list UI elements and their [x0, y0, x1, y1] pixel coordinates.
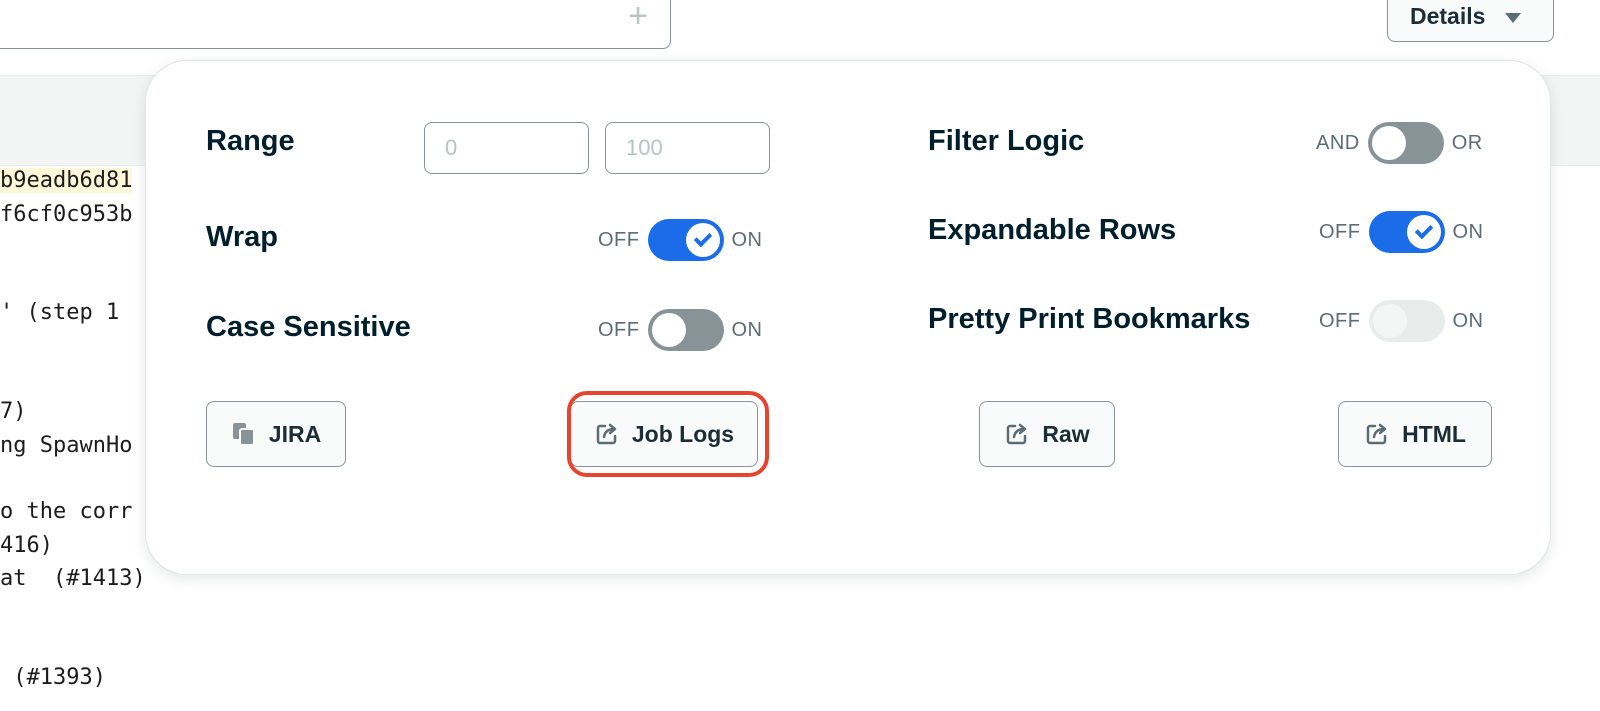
expandable-rows-label: Expandable Rows [928, 214, 1177, 246]
pretty-print-bookmarks-label: Pretty Print Bookmarks [928, 303, 1251, 335]
filter-logic-label: Filter Logic [928, 125, 1085, 157]
expandable-rows-toggle-group: OFF ON [1319, 211, 1484, 253]
toggle-on-text: ON [1452, 309, 1484, 332]
log-line: at (#1413) [0, 566, 146, 591]
details-popover: Range Wrap OFF ON Case Sensitive OFF ON … [145, 60, 1551, 575]
toggle-on-text: ON [731, 228, 763, 251]
range-end-input[interactable] [605, 122, 770, 174]
job-logs-label: Job Logs [631, 420, 735, 447]
pretty-print-toggle-group: OFF ON [1319, 300, 1484, 342]
filter-logic-toggle[interactable] [1367, 122, 1444, 164]
range-label: Range [206, 125, 295, 157]
copy-icon [232, 423, 255, 446]
log-line: 7) [0, 399, 27, 424]
log-line: 416) [0, 533, 53, 558]
toggle-knob [1406, 215, 1441, 249]
case-sensitive-toggle-group: OFF ON [598, 309, 763, 351]
jira-label: JIRA [268, 420, 322, 447]
log-line: b9eadb6d81 [0, 168, 133, 193]
toggle-knob [651, 313, 686, 347]
toggle-on-text: OR [1451, 131, 1483, 154]
toggle-knob [685, 223, 720, 257]
range-start-input[interactable] [424, 122, 589, 174]
external-link-icon [1366, 423, 1387, 445]
search-filter-input[interactable]: + [0, 0, 671, 49]
expandable-rows-toggle[interactable] [1368, 211, 1445, 253]
log-line: (#1393) [0, 665, 106, 690]
case-sensitive-toggle[interactable] [647, 309, 724, 351]
check-icon [693, 228, 712, 248]
wrap-label: Wrap [206, 221, 278, 253]
log-line: f6cf0c953b [0, 202, 133, 227]
filter-logic-toggle-group: AND OR [1316, 122, 1483, 164]
jira-button[interactable]: JIRA [206, 401, 346, 467]
pretty-print-bookmarks-toggle[interactable] [1368, 300, 1445, 342]
external-link-icon [596, 423, 617, 445]
toggle-on-text: ON [1452, 220, 1484, 243]
details-dropdown-button[interactable]: Details [1387, 0, 1554, 42]
log-line: ng SpawnHo [0, 433, 133, 458]
toggle-knob [1372, 304, 1407, 338]
html-label: HTML [1402, 420, 1466, 447]
toggle-off-text: OFF [1319, 220, 1361, 243]
raw-label: Raw [1042, 420, 1090, 447]
raw-button[interactable]: Raw [979, 401, 1115, 467]
toggle-off-text: OFF [1319, 309, 1361, 332]
details-label: Details [1410, 2, 1486, 29]
toggle-on-text: ON [731, 318, 763, 341]
caret-down-icon [1505, 13, 1522, 23]
job-logs-button[interactable]: Job Logs [570, 401, 758, 467]
check-icon [1414, 220, 1433, 240]
log-line: o the corr [0, 499, 133, 524]
html-button[interactable]: HTML [1338, 401, 1492, 467]
toggle-off-text: OFF [598, 318, 640, 341]
add-filter-icon[interactable]: + [628, 0, 648, 33]
toggle-off-text: OFF [598, 228, 640, 251]
toggle-off-text: AND [1316, 131, 1360, 154]
toggle-knob [1371, 126, 1406, 160]
external-link-icon [1007, 423, 1027, 445]
log-line: ' (step 1 [0, 300, 120, 325]
case-sensitive-label: Case Sensitive [206, 311, 411, 343]
wrap-toggle[interactable] [647, 219, 724, 261]
wrap-toggle-group: OFF ON [598, 219, 763, 261]
